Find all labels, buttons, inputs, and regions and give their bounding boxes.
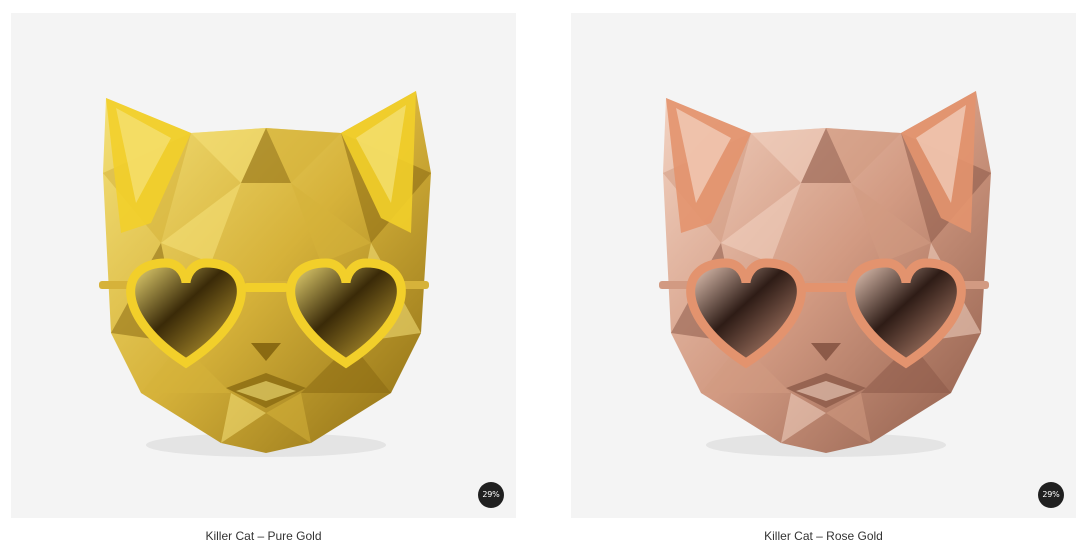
product-card-rose-gold[interactable]: 29% Killer Cat – Rose Gold — [571, 13, 1076, 543]
discount-badge: 29% — [1038, 482, 1064, 508]
rose-gold-cat-icon — [659, 91, 991, 457]
product-image-rose-gold[interactable]: 29% — [571, 13, 1076, 518]
product-card-pure-gold[interactable]: 29% Killer Cat – Pure Gold — [11, 13, 516, 543]
product-image-pure-gold[interactable]: 29% — [11, 13, 516, 518]
discount-badge: 29% — [478, 482, 504, 508]
product-title-link[interactable]: Killer Cat – Pure Gold — [11, 529, 516, 543]
product-title-link[interactable]: Killer Cat – Rose Gold — [571, 529, 1076, 543]
gold-cat-icon — [99, 91, 431, 457]
